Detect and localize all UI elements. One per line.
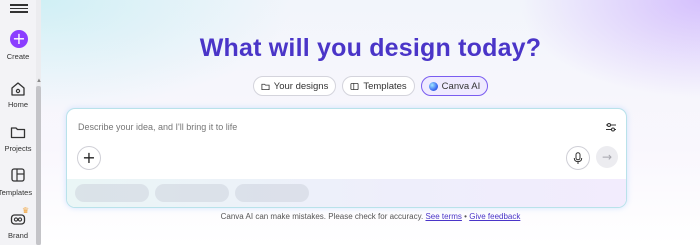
templates-icon[interactable] (9, 166, 27, 184)
create-label: Create (6, 52, 30, 61)
send-button[interactable]: → (596, 146, 618, 168)
templates-icon (350, 82, 359, 90)
microphone-button[interactable] (566, 146, 590, 170)
disclaimer-text: Canva AI can make mistakes. Please check… (220, 212, 424, 221)
add-attachment-button[interactable]: + (77, 146, 101, 170)
tab-label: Canva AI (441, 80, 481, 92)
crown-icon: ♛ (22, 206, 30, 215)
suggestions-row (67, 179, 626, 207)
separator: • (464, 212, 467, 221)
tab-label: Your designs (273, 80, 329, 92)
sidebar-item-home[interactable]: Home (0, 100, 36, 109)
disclaimer: Canva AI can make mistakes. Please check… (41, 212, 700, 221)
sidebar-item-templates[interactable]: Templates (0, 188, 36, 197)
sidebar: + Create Home Projects Templates ♛ Brand (0, 0, 36, 245)
folder-icon[interactable] (9, 123, 27, 141)
sidebar-item-brand[interactable]: Brand (0, 231, 36, 240)
microphone-icon (573, 151, 583, 164)
suggestion-chip[interactable] (155, 184, 229, 202)
settings-sliders-icon[interactable] (605, 121, 617, 133)
tab-templates[interactable]: Templates (342, 76, 415, 96)
page-title: What will you design today? (199, 34, 542, 62)
suggestion-chip[interactable] (75, 184, 149, 202)
tab-canva-ai[interactable]: Canva AI (420, 76, 489, 96)
sidebar-item-projects[interactable]: Projects (0, 144, 36, 153)
prompt-input[interactable]: Describe your idea, and I'll bring it to… (78, 122, 237, 132)
prompt-box[interactable]: Describe your idea, and I'll bring it to… (66, 108, 627, 208)
home-icon[interactable] (9, 80, 27, 98)
give-feedback-link[interactable]: Give feedback (469, 212, 520, 221)
tab-label: Templates (363, 80, 407, 92)
tab-your-designs[interactable]: Your designs (252, 76, 337, 96)
menu-icon[interactable] (10, 2, 28, 16)
see-terms-link[interactable]: See terms (425, 212, 461, 221)
folder-icon (261, 83, 270, 90)
mode-tabs: Your designs Templates Canva AI (41, 76, 700, 96)
suggestion-chip[interactable] (235, 184, 309, 202)
create-button[interactable]: + (10, 30, 28, 48)
canva-ai-icon (428, 81, 438, 91)
